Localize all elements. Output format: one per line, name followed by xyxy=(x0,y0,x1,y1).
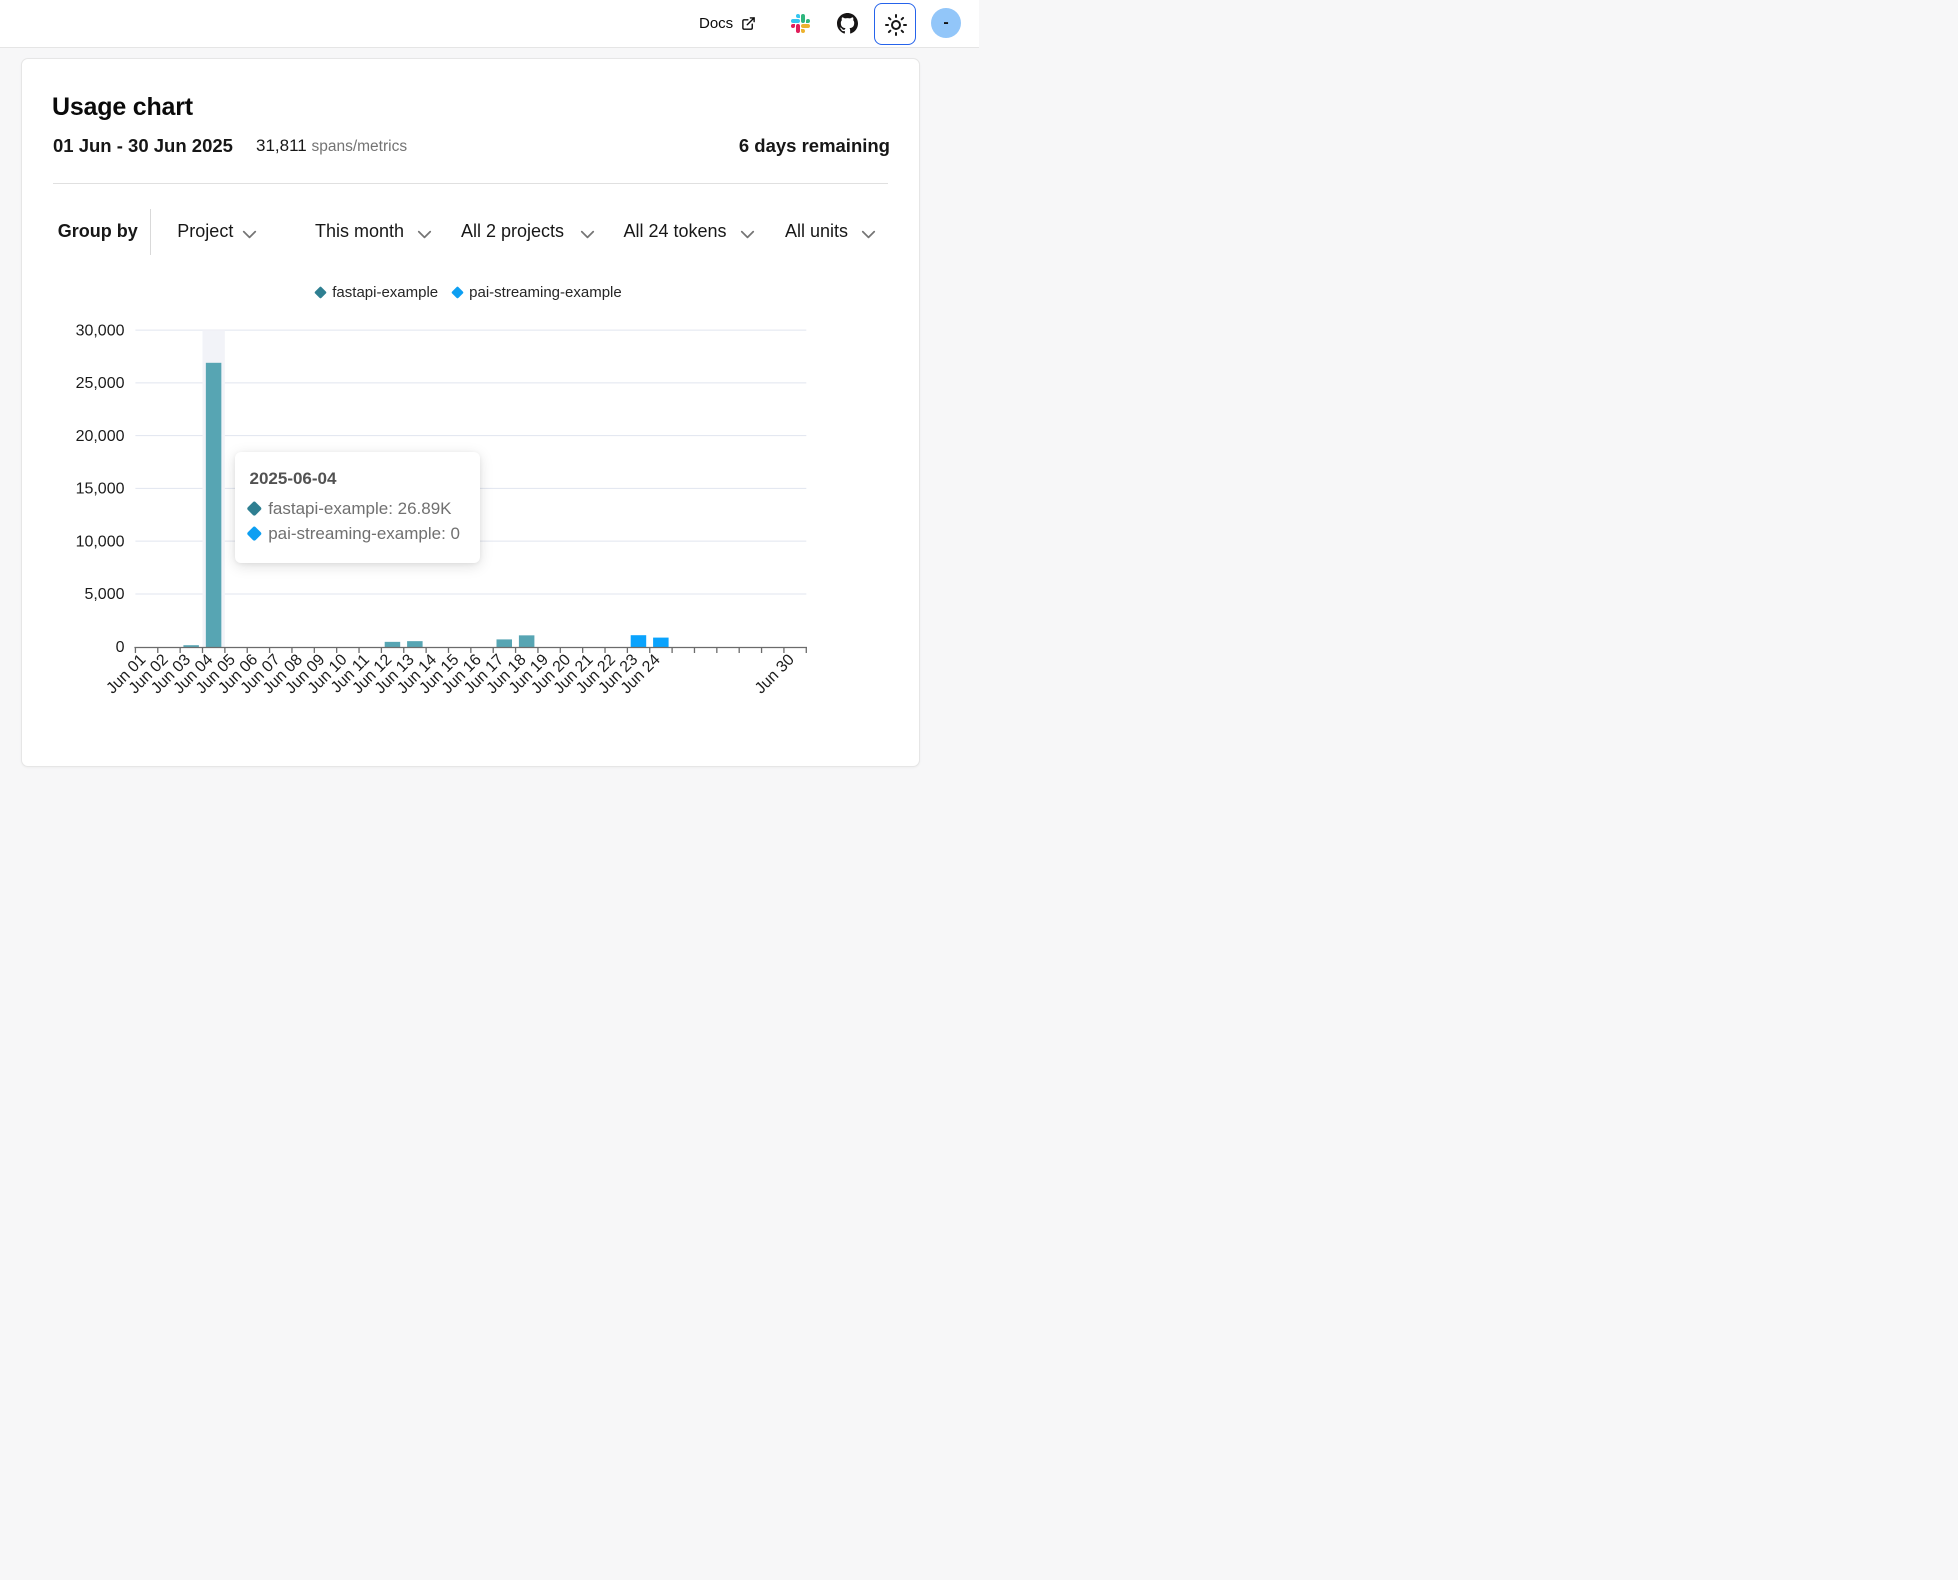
svg-text:25,000: 25,000 xyxy=(76,375,125,392)
svg-text:15,000: 15,000 xyxy=(76,481,125,498)
svg-text:10,000: 10,000 xyxy=(76,533,125,550)
svg-text:30,000: 30,000 xyxy=(76,322,125,339)
svg-text:0: 0 xyxy=(116,639,125,656)
svg-text:Jun 30: Jun 30 xyxy=(752,651,798,697)
svg-text:5,000: 5,000 xyxy=(84,586,124,603)
svg-text:20,000: 20,000 xyxy=(76,428,125,445)
